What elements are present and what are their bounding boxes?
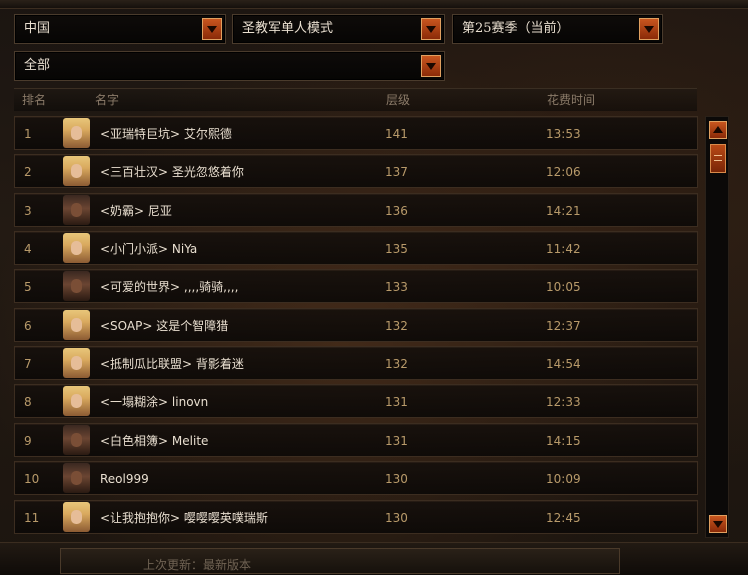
leaderboard-row[interactable]: 10 Reol999 130 10:09 <box>14 461 698 495</box>
row-player-name: <奶霸> 尼亚 <box>100 204 172 218</box>
row-time: 14:15 <box>546 434 581 448</box>
row-level: 130 <box>385 472 408 486</box>
row-rank: 1 <box>24 127 32 141</box>
row-level: 141 <box>385 127 408 141</box>
column-header-level[interactable]: 层级 <box>386 89 410 111</box>
scroll-thumb[interactable] <box>710 144 726 173</box>
hero-portrait-icon <box>63 233 90 263</box>
season-dropdown[interactable]: 第25赛季（当前） <box>452 14 663 44</box>
hero-portrait-icon <box>63 502 90 532</box>
leaderboard-header: 排名 名字 层级 花费时间 <box>14 88 697 111</box>
chevron-down-icon[interactable] <box>639 18 659 40</box>
region-dropdown-value: 中国 <box>24 21 51 36</box>
row-level: 131 <box>385 434 408 448</box>
leaderboard-row[interactable]: 7 <抵制瓜比联盟> 背影着迷 132 14:54 <box>14 346 698 380</box>
row-rank: 7 <box>24 357 32 371</box>
row-rank: 9 <box>24 434 32 448</box>
leaderboard-row[interactable]: 4 <小门小派> NiYa 135 11:42 <box>14 231 698 265</box>
row-level: 137 <box>385 165 408 179</box>
chevron-down-icon[interactable] <box>421 18 441 40</box>
scroll-up-arrow-icon[interactable] <box>709 121 727 139</box>
row-time: 10:09 <box>546 472 581 486</box>
row-rank: 3 <box>24 204 32 218</box>
row-level: 136 <box>385 204 408 218</box>
category-dropdown[interactable]: 全部 <box>14 51 445 81</box>
row-player-name: Reol999 <box>100 472 149 486</box>
hero-portrait-icon <box>63 156 90 186</box>
scroll-down-arrow-icon[interactable] <box>709 515 727 533</box>
window-top-frame <box>0 0 748 9</box>
row-time: 10:05 <box>546 280 581 294</box>
row-level: 133 <box>385 280 408 294</box>
leaderboard-row[interactable]: 6 <SOAP> 这是个智障猎 132 12:37 <box>14 308 698 342</box>
leaderboard-row[interactable]: 2 <三百壮汉> 圣光忽悠着你 137 12:06 <box>14 154 698 188</box>
row-player-name: <让我抱抱你> 嘤嘤嘤英噗瑞斯 <box>100 511 268 525</box>
row-level: 130 <box>385 511 408 525</box>
leaderboard-row[interactable]: 9 <白色相簿> Melite 131 14:15 <box>14 423 698 457</box>
leaderboard-row[interactable]: 3 <奶霸> 尼亚 136 14:21 <box>14 193 698 227</box>
column-header-name[interactable]: 名字 <box>95 89 119 111</box>
hero-portrait-icon <box>63 386 90 416</box>
hero-portrait-icon <box>63 348 90 378</box>
row-rank: 6 <box>24 319 32 333</box>
row-level: 132 <box>385 357 408 371</box>
chevron-down-icon[interactable] <box>202 18 222 40</box>
row-time: 14:21 <box>546 204 581 218</box>
row-player-name: <可爱的世界> ,,,,骑骑,,,, <box>100 280 239 294</box>
leaderboard-row[interactable]: 8 <一塌糊涂> linovn 131 12:33 <box>14 384 698 418</box>
row-player-name: <抵制瓜比联盟> 背影着迷 <box>100 357 244 371</box>
hero-portrait-icon <box>63 271 90 301</box>
row-player-name: <亚瑞特巨坑> 艾尔熙德 <box>100 127 232 141</box>
row-player-name: <小门小派> NiYa <box>100 242 198 256</box>
row-time: 11:42 <box>546 242 581 256</box>
row-level: 131 <box>385 395 408 409</box>
category-dropdown-value: 全部 <box>24 58 51 73</box>
row-rank: 10 <box>24 472 40 486</box>
row-player-name: <白色相簿> Melite <box>100 434 209 448</box>
row-time: 12:45 <box>546 511 581 525</box>
row-time: 12:37 <box>546 319 581 333</box>
chevron-down-icon[interactable] <box>421 55 441 77</box>
hero-portrait-icon <box>63 118 90 148</box>
row-time: 12:06 <box>546 165 581 179</box>
row-time: 14:54 <box>546 357 581 371</box>
row-rank: 11 <box>24 511 40 525</box>
leaderboard-row[interactable]: 5 <可爱的世界> ,,,,骑骑,,,, 133 10:05 <box>14 269 698 303</box>
column-header-rank[interactable]: 排名 <box>22 89 46 111</box>
row-rank: 5 <box>24 280 32 294</box>
row-time: 12:33 <box>546 395 581 409</box>
column-header-time[interactable]: 花费时间 <box>547 89 595 111</box>
row-level: 132 <box>385 319 408 333</box>
mode-dropdown-value: 圣教军单人模式 <box>242 21 334 36</box>
row-level: 135 <box>385 242 408 256</box>
row-rank: 2 <box>24 165 32 179</box>
row-player-name: <三百壮汉> 圣光忽悠着你 <box>100 165 244 179</box>
region-dropdown[interactable]: 中国 <box>14 14 226 44</box>
mode-dropdown[interactable]: 圣教军单人模式 <box>232 14 445 44</box>
row-rank: 4 <box>24 242 32 256</box>
row-time: 13:53 <box>546 127 581 141</box>
hero-portrait-icon <box>63 425 90 455</box>
season-dropdown-value: 第25赛季（当前） <box>462 21 570 36</box>
leaderboard-scrollbar[interactable] <box>705 116 729 538</box>
last-update-label: 上次更新：最新版本 <box>143 558 252 572</box>
hero-portrait-icon <box>63 463 90 493</box>
hero-portrait-icon <box>63 195 90 225</box>
leaderboard-row[interactable]: 1 <亚瑞特巨坑> 艾尔熙德 141 13:53 <box>14 116 698 150</box>
row-player-name: <一塌糊涂> linovn <box>100 395 209 409</box>
row-rank: 8 <box>24 395 32 409</box>
hero-portrait-icon <box>63 310 90 340</box>
row-player-name: <SOAP> 这是个智障猎 <box>100 319 229 333</box>
leaderboard-row[interactable]: 11 <让我抱抱你> 嘤嘤嘤英噗瑞斯 130 12:45 <box>14 500 698 534</box>
